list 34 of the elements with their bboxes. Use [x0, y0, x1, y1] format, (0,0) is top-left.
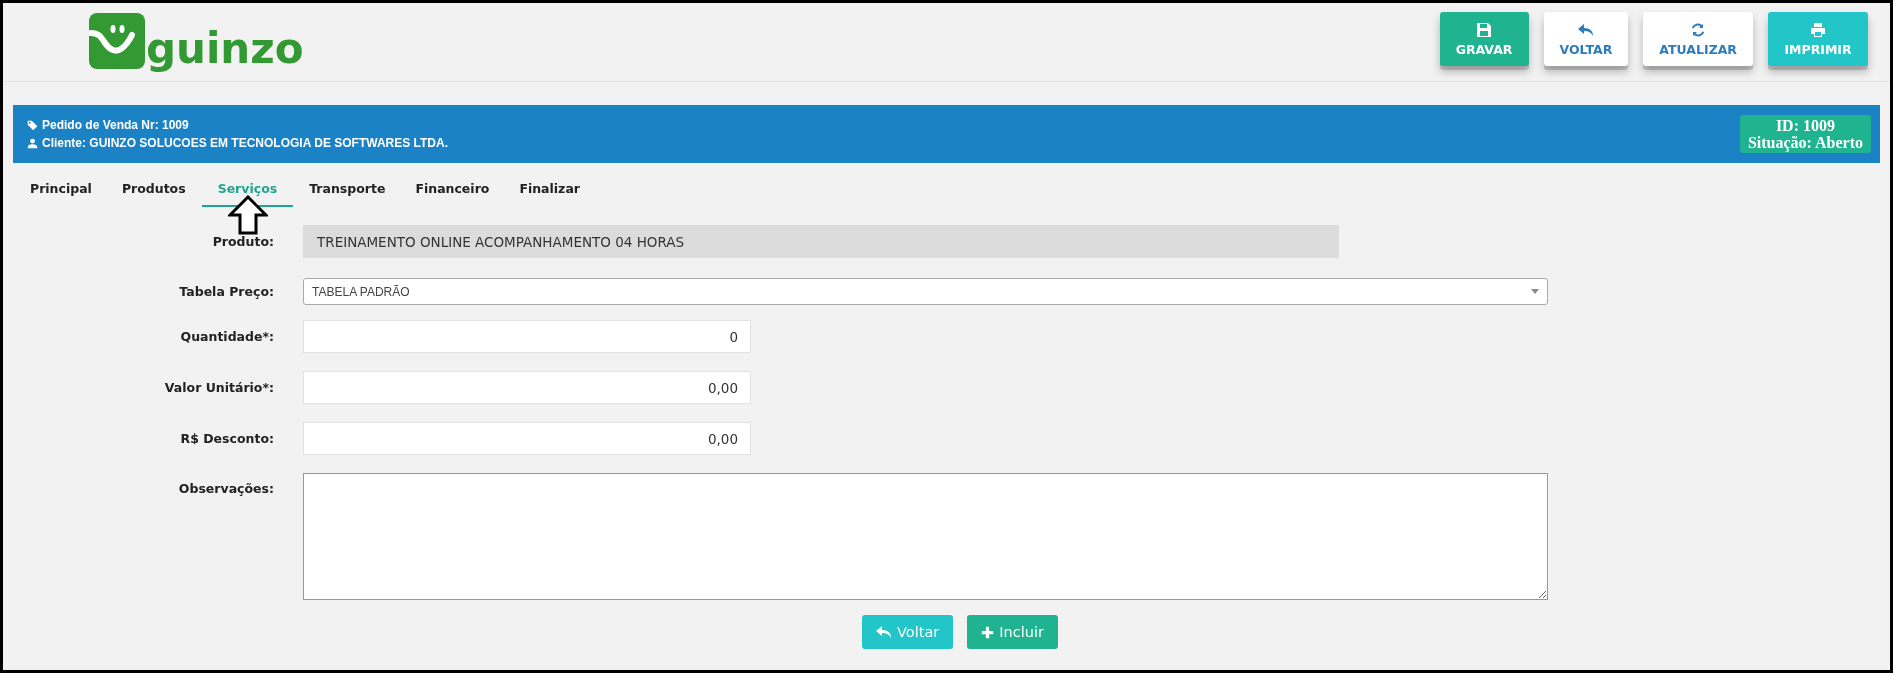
refresh-icon	[1690, 21, 1707, 38]
input-field[interactable]: 0	[303, 320, 751, 353]
field-label: Tabela Preço:	[178, 284, 275, 299]
input-field[interactable]: 0,00	[303, 422, 751, 455]
order-id: ID: 1009	[1775, 117, 1835, 134]
field-label: R$ Desconto:	[179, 431, 275, 446]
field-label: Quantidade*:	[179, 329, 275, 344]
price-table-select[interactable]: TABELA PADRÃO	[303, 278, 1548, 305]
printer-icon	[1810, 21, 1826, 38]
product-field: TREINAMENTO ONLINE ACOMPANHAMENTO 04 HORAS	[303, 225, 1339, 258]
dropdown-caret-icon	[1531, 289, 1539, 294]
tab[interactable]: Principal	[16, 173, 106, 205]
tag-icon	[27, 119, 38, 131]
tab[interactable]: Transporte	[295, 173, 400, 205]
tab[interactable]: Finalizar	[505, 173, 594, 205]
up-arrow-icon	[228, 195, 269, 235]
tab[interactable]: Produtos	[107, 173, 200, 205]
logo-text: guinzo	[146, 27, 304, 71]
input-field[interactable]: 0,00	[303, 371, 751, 404]
tab[interactable]: Financeiro	[401, 173, 504, 205]
order-number: Pedido de Venda Nr: 1009	[42, 118, 189, 132]
reply-arrow-icon	[1577, 21, 1594, 38]
user-icon	[27, 137, 38, 149]
field-label: Observações:	[177, 480, 275, 496]
smiley-logo-icon	[89, 13, 145, 69]
notes-field[interactable]	[303, 473, 1548, 600]
order-status: Situação: Aberto	[1747, 134, 1863, 151]
reply-arrow-icon	[876, 624, 892, 640]
client-name: Cliente: GUINZO SOLUCOES EM TECNOLOGIA DE SOFTWARES LTDA.	[42, 136, 448, 150]
field-label: Produto:	[211, 234, 275, 249]
back-button[interactable]: VOLTAR	[1543, 12, 1629, 66]
field-label: Valor Unitário*:	[163, 380, 275, 395]
refresh-button[interactable]: ATUALIZAR	[1643, 12, 1753, 66]
plus-icon	[981, 625, 995, 639]
